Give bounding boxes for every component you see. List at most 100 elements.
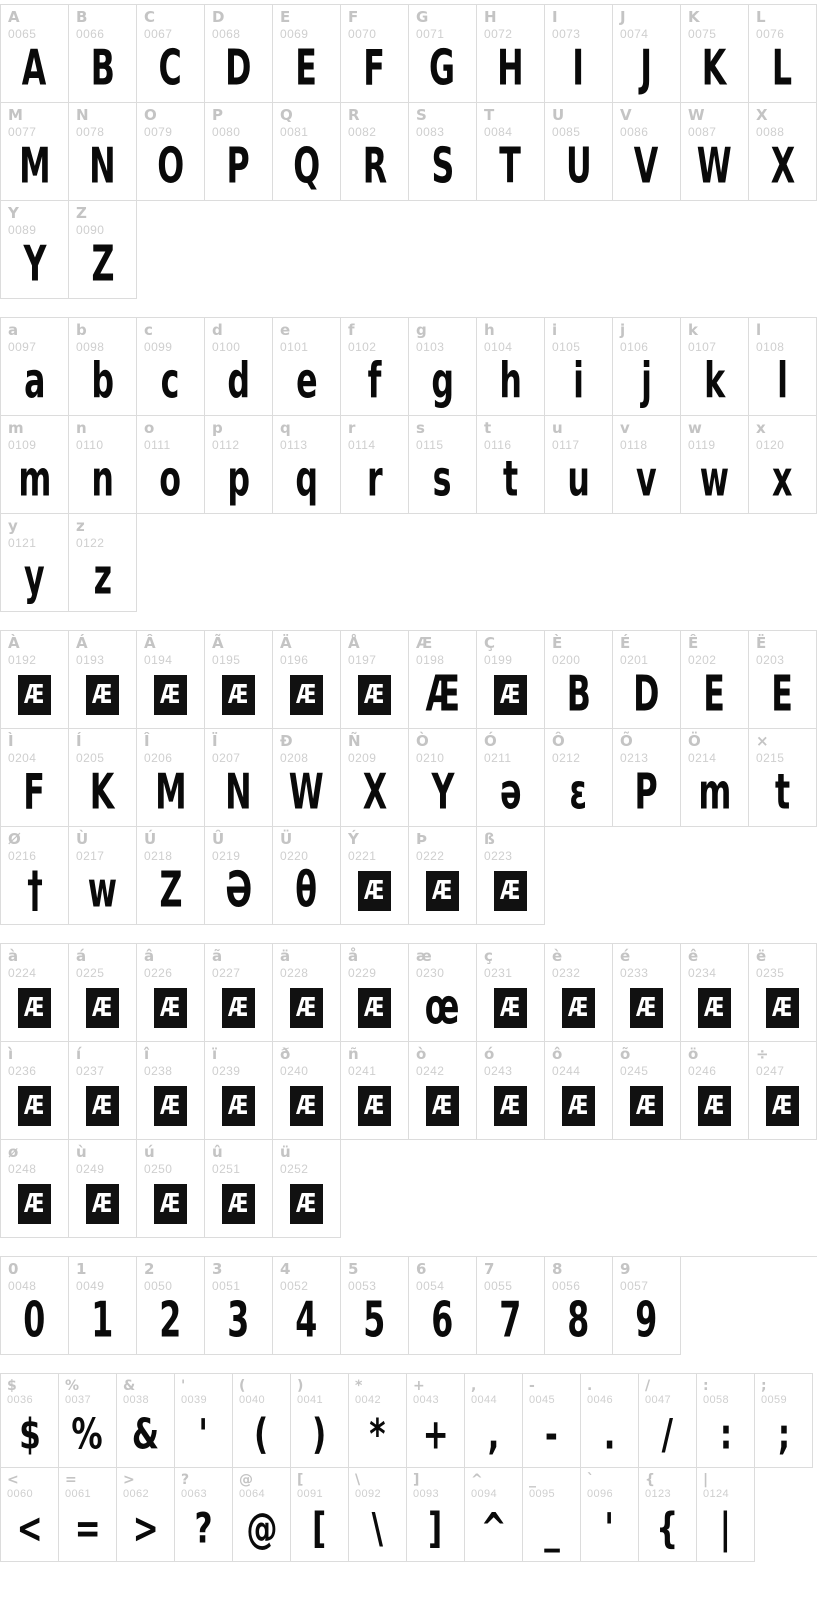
charmap-cell[interactable]: ï 0239: [205, 1042, 273, 1140]
charmap-cell[interactable]: R 0082 R: [341, 103, 409, 201]
charmap-cell[interactable]: ì 0236: [1, 1042, 69, 1140]
charmap-cell[interactable]: X 0088 X: [749, 103, 817, 201]
charmap-cell[interactable]: Ô 0212 ɛ: [545, 729, 613, 827]
charmap-cell[interactable]: À 0192: [1, 631, 69, 729]
charmap-cell[interactable]: ÷ 0247: [749, 1042, 817, 1140]
charmap-cell[interactable]: ä 0228: [273, 944, 341, 1042]
charmap-cell[interactable]: ê 0234: [681, 944, 749, 1042]
charmap-cell[interactable]: T 0084 T: [477, 103, 545, 201]
charmap-cell[interactable]: n 0110 n: [69, 416, 137, 514]
charmap-cell[interactable]: , 0044,: [465, 1374, 523, 1468]
charmap-cell[interactable]: Û 0219 Ə: [205, 827, 273, 925]
charmap-cell[interactable]: ' 0039 ': [175, 1374, 233, 1468]
charmap-cell[interactable]: Â 0194: [137, 631, 205, 729]
charmap-cell[interactable]: Î 0206 M: [137, 729, 205, 827]
charmap-cell[interactable]: P 0080 P: [205, 103, 273, 201]
charmap-cell[interactable]: f 0102 f: [341, 318, 409, 416]
charmap-cell[interactable]: I 0073 I: [545, 5, 613, 103]
charmap-cell[interactable]: % 0037%: [59, 1374, 117, 1468]
charmap-cell[interactable]: A 0065 A: [1, 5, 69, 103]
charmap-cell[interactable]: ç 0231: [477, 944, 545, 1042]
charmap-cell[interactable]: \ 0092 \: [349, 1468, 407, 1562]
charmap-cell[interactable]: >0062 >: [117, 1468, 175, 1562]
charmap-cell[interactable]: V 0086 V: [613, 103, 681, 201]
charmap-cell[interactable]: g 0103 g: [409, 318, 477, 416]
charmap-cell[interactable]: ] 0093]: [407, 1468, 465, 1562]
charmap-cell[interactable]: | 0124 |: [697, 1468, 755, 1562]
charmap-cell[interactable]: Ã 0195: [205, 631, 273, 729]
charmap-cell[interactable]: H 0072 H: [477, 5, 545, 103]
charmap-cell[interactable]: r 0114 r: [341, 416, 409, 514]
charmap-cell[interactable]: y 0121 y: [1, 514, 69, 612]
charmap-cell[interactable]: 7 0055 7: [477, 1257, 545, 1355]
charmap-cell[interactable]: é 0233: [613, 944, 681, 1042]
charmap-cell[interactable]: p 0112 p: [205, 416, 273, 514]
charmap-cell[interactable]: Y 0089 Y: [1, 201, 69, 299]
charmap-cell[interactable]: t 0116 t: [477, 416, 545, 514]
charmap-cell[interactable]: û 0251: [205, 1140, 273, 1238]
charmap-cell[interactable]: j 0106 j: [613, 318, 681, 416]
charmap-cell[interactable]: ö 0246: [681, 1042, 749, 1140]
charmap-cell[interactable]: Ê 0202 E: [681, 631, 749, 729]
charmap-cell[interactable]: N 0078 N: [69, 103, 137, 201]
charmap-cell[interactable]: (0040(: [233, 1374, 291, 1468]
charmap-cell[interactable]: â 0226: [137, 944, 205, 1042]
charmap-cell[interactable]: +0043 +: [407, 1374, 465, 1468]
charmap-cell[interactable]: u 0117 u: [545, 416, 613, 514]
charmap-cell[interactable]: @0064 @: [233, 1468, 291, 1562]
charmap-cell[interactable]: G 0071 G: [409, 5, 477, 103]
charmap-cell[interactable]: K 0075 K: [681, 5, 749, 103]
charmap-cell[interactable]: F 0070 F: [341, 5, 409, 103]
charmap-cell[interactable]: 2 0050 2: [137, 1257, 205, 1355]
charmap-cell[interactable]: ã 0227: [205, 944, 273, 1042]
charmap-cell[interactable]: k 0107 k: [681, 318, 749, 416]
charmap-cell[interactable]: ó 0243: [477, 1042, 545, 1140]
charmap-cell[interactable]: i 0105 i: [545, 318, 613, 416]
charmap-cell[interactable]: õ 0245: [613, 1042, 681, 1140]
charmap-cell[interactable]: Ä 0196: [273, 631, 341, 729]
charmap-cell[interactable]: = 0061 =: [59, 1468, 117, 1562]
charmap-cell[interactable]: Ñ 0209 X: [341, 729, 409, 827]
charmap-cell[interactable]: x 0120 x: [749, 416, 817, 514]
charmap-cell[interactable]: w 0119 w: [681, 416, 749, 514]
charmap-cell[interactable]: 0 0048 0: [1, 1257, 69, 1355]
charmap-cell[interactable]: Ð 0208 W: [273, 729, 341, 827]
charmap-cell[interactable]: Ø 0216 †: [1, 827, 69, 925]
charmap-cell[interactable]: L 0076 L: [749, 5, 817, 103]
charmap-cell[interactable]: s 0115 s: [409, 416, 477, 514]
charmap-cell[interactable]: à 0224: [1, 944, 69, 1042]
charmap-cell[interactable]: E 0069 E: [273, 5, 341, 103]
charmap-cell[interactable]: Ë 0203 E: [749, 631, 817, 729]
charmap-cell[interactable]: <0060 <: [1, 1468, 59, 1562]
charmap-cell[interactable]: Ü 0220 θ: [273, 827, 341, 925]
charmap-cell[interactable]: ü 0252: [273, 1140, 341, 1238]
charmap-cell[interactable]: Ö 0214 m: [681, 729, 749, 827]
charmap-cell[interactable]: z 0122 z: [69, 514, 137, 612]
charmap-cell[interactable]: . 0046.: [581, 1374, 639, 1468]
charmap-cell[interactable]: -0045-: [523, 1374, 581, 1468]
charmap-cell[interactable]: Ï 0207 N: [205, 729, 273, 827]
charmap-cell[interactable]: Ó 0211 ə: [477, 729, 545, 827]
charmap-cell[interactable]: ^ 0094 ^: [465, 1468, 523, 1562]
charmap-cell[interactable]: :0058:: [697, 1374, 755, 1468]
charmap-cell[interactable]: 4 0052 4: [273, 1257, 341, 1355]
charmap-cell[interactable]: 1 0049 1: [69, 1257, 137, 1355]
charmap-cell[interactable]: Ò 0210 Y: [409, 729, 477, 827]
charmap-cell[interactable]: ð 0240: [273, 1042, 341, 1140]
charmap-cell[interactable]: Ì 0204 F: [1, 729, 69, 827]
charmap-cell[interactable]: q 0113 q: [273, 416, 341, 514]
charmap-cell[interactable]: ú 0250: [137, 1140, 205, 1238]
charmap-cell[interactable]: e 0101 e: [273, 318, 341, 416]
charmap-cell[interactable]: Æ 0198 Æ: [409, 631, 477, 729]
charmap-cell[interactable]: ñ 0241: [341, 1042, 409, 1140]
charmap-cell[interactable]: Þ 0222: [409, 827, 477, 925]
charmap-cell[interactable]: & 0038 &: [117, 1374, 175, 1468]
charmap-cell[interactable]: Á 0193: [69, 631, 137, 729]
charmap-cell[interactable]: ß 0223: [477, 827, 545, 925]
charmap-cell[interactable]: /0047/: [639, 1374, 697, 1468]
charmap-cell[interactable]: [0091[: [291, 1468, 349, 1562]
charmap-cell[interactable]: 3 0051 3: [205, 1257, 273, 1355]
charmap-cell[interactable]: Í 0205 K: [69, 729, 137, 827]
charmap-cell[interactable]: $0036 $: [1, 1374, 59, 1468]
charmap-cell[interactable]: c 0099 c: [137, 318, 205, 416]
